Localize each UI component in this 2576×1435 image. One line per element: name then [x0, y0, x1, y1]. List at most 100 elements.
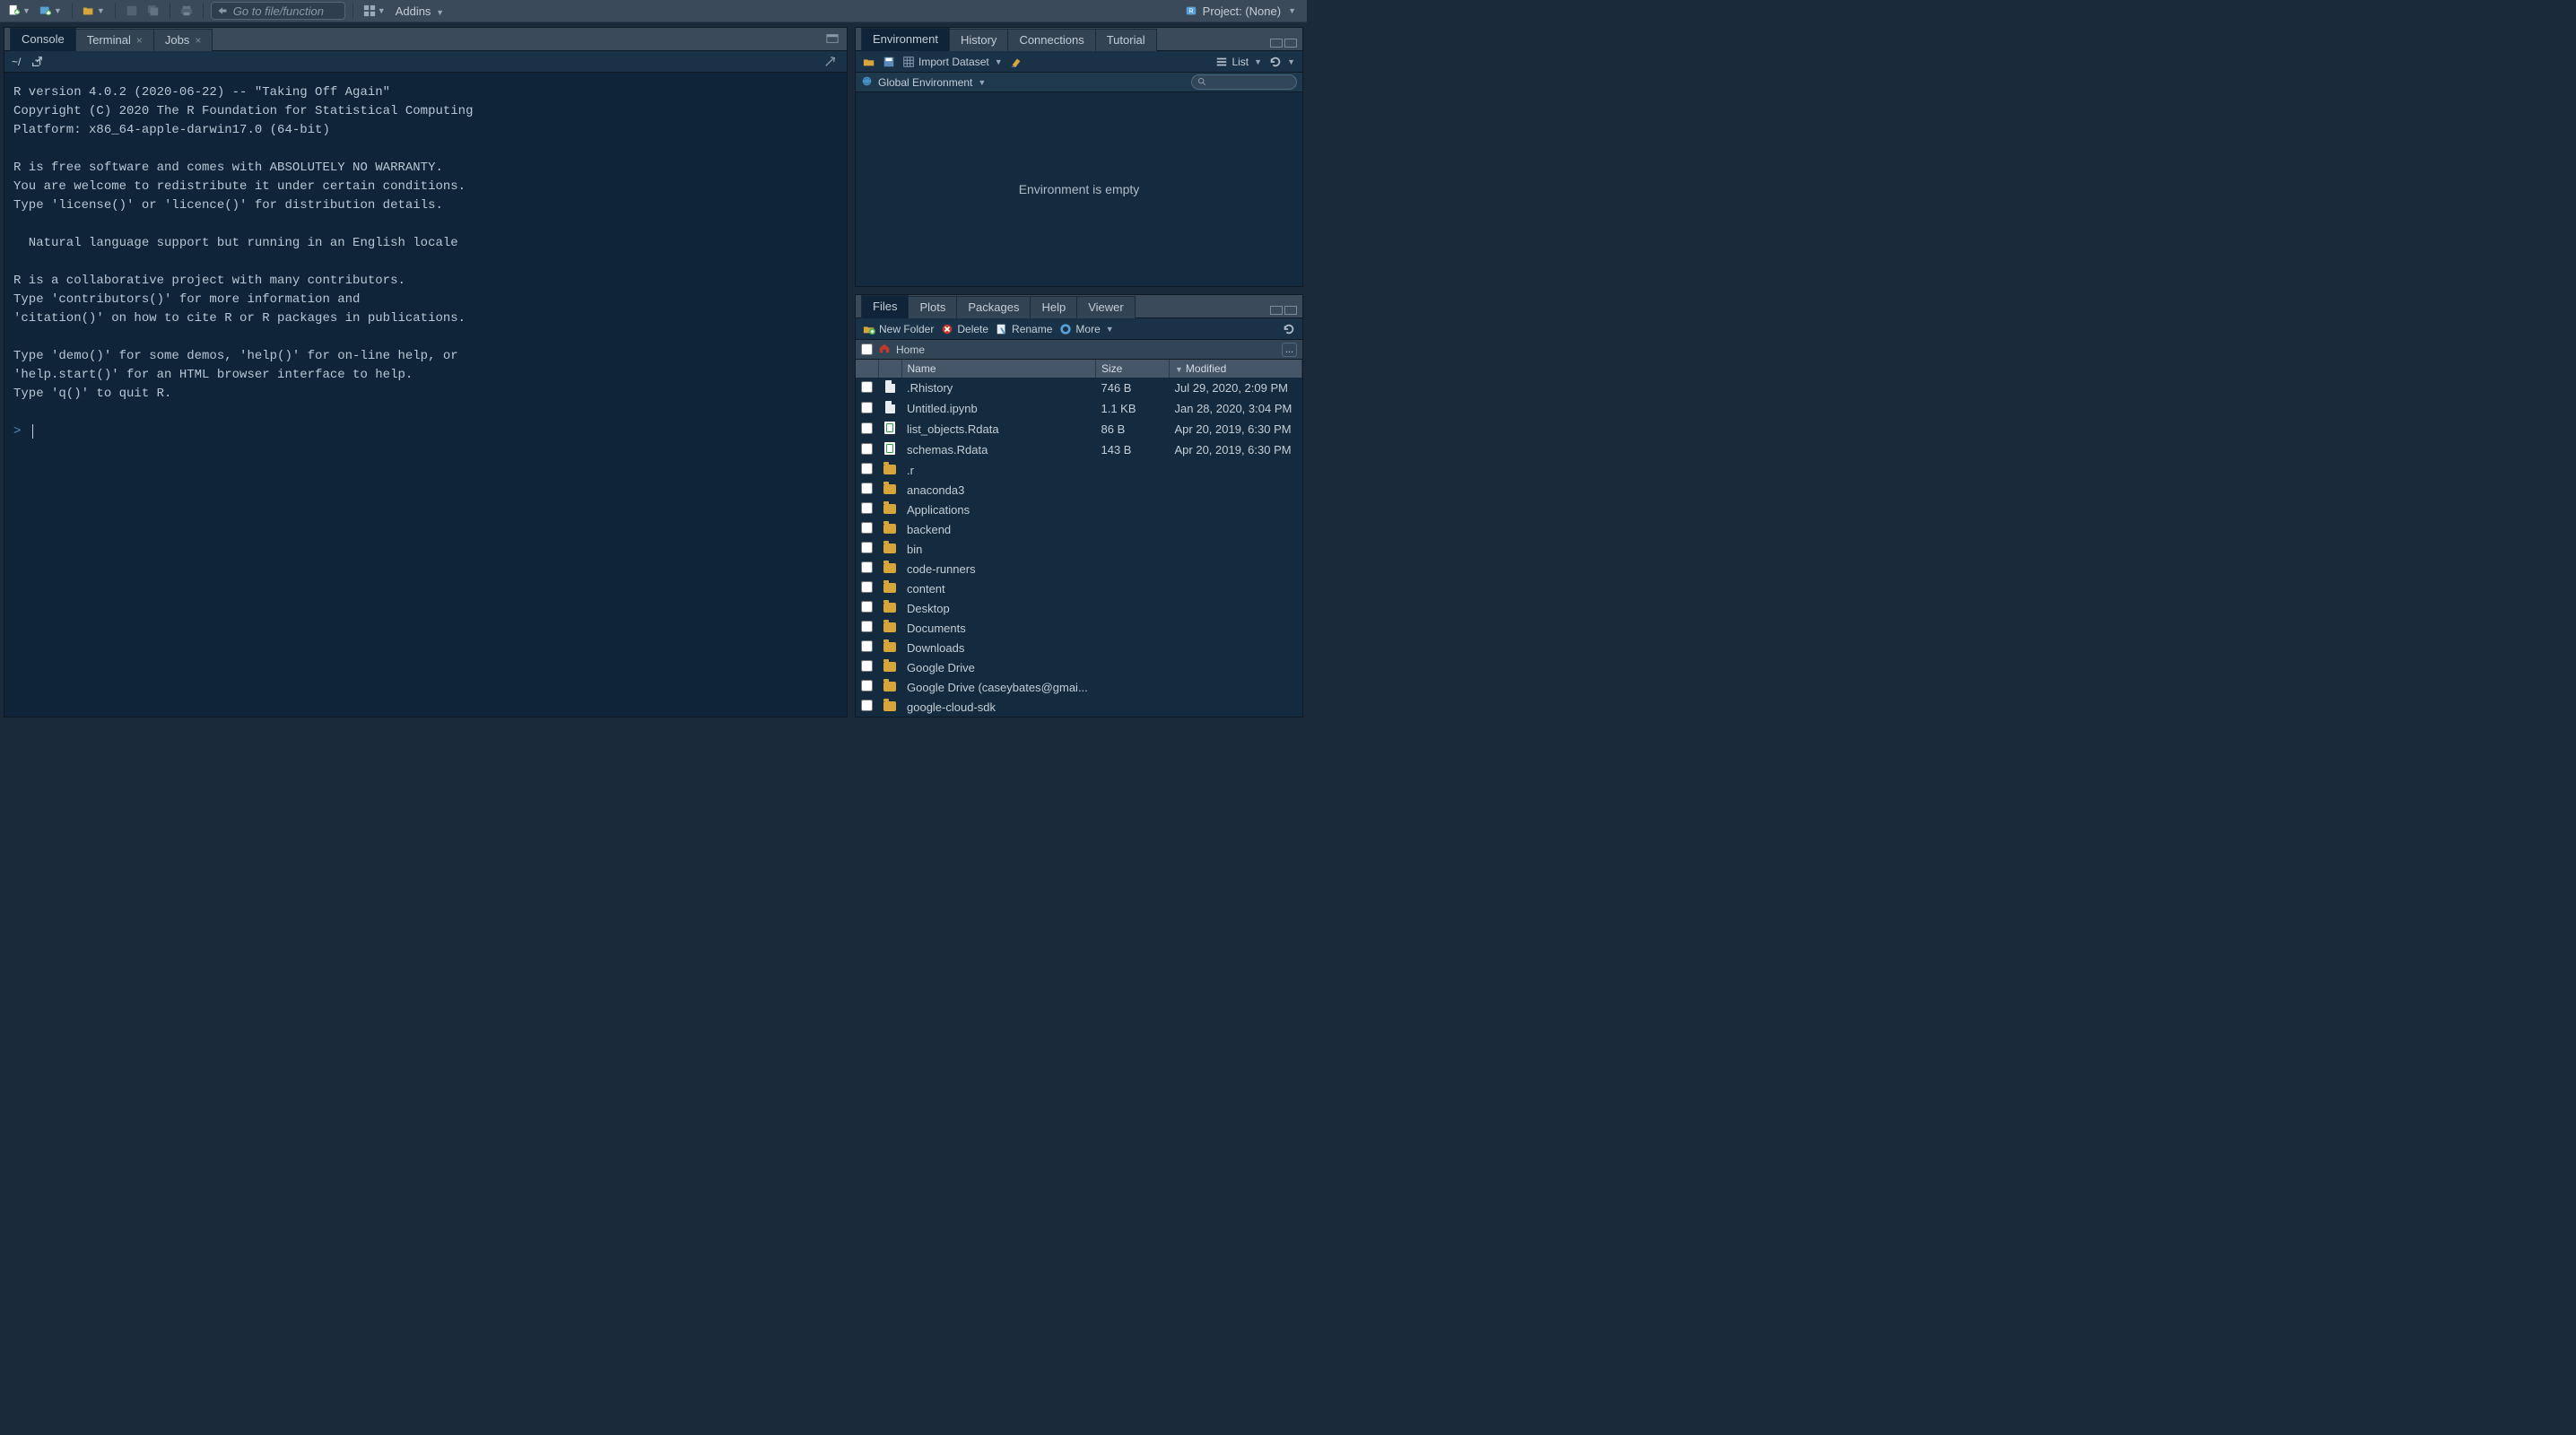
save-all-button[interactable]: [144, 2, 162, 20]
pane-min-max[interactable]: [1270, 306, 1297, 315]
env-scope-dropdown[interactable]: Global Environment ▼: [878, 76, 986, 89]
delete-button[interactable]: Delete: [941, 323, 988, 335]
file-name[interactable]: Google Drive (caseybates@gmai...: [907, 681, 1088, 694]
file-name[interactable]: schemas.Rdata: [907, 443, 988, 457]
new-folder-button[interactable]: New Folder: [863, 323, 934, 335]
maximize-pane-icon[interactable]: [823, 30, 841, 48]
row-checkbox[interactable]: [861, 660, 873, 672]
file-name[interactable]: Documents: [907, 622, 966, 635]
tab-terminal[interactable]: Terminal×: [75, 29, 154, 51]
row-checkbox[interactable]: [861, 522, 873, 534]
row-checkbox[interactable]: [861, 561, 873, 573]
tab-tutorial[interactable]: Tutorial: [1095, 29, 1157, 51]
clear-objects-button[interactable]: [1010, 56, 1023, 68]
new-project-button[interactable]: ▼: [37, 2, 65, 20]
file-row[interactable]: Downloads: [856, 638, 1302, 657]
tab-files[interactable]: Files: [861, 295, 909, 318]
rename-button[interactable]: Rename: [996, 323, 1052, 335]
row-checkbox[interactable]: [861, 621, 873, 632]
close-icon[interactable]: ×: [195, 34, 201, 47]
import-dataset-button[interactable]: Import Dataset▼: [902, 56, 1003, 68]
file-name[interactable]: Untitled.ipynb: [907, 402, 978, 415]
grid-button[interactable]: ▼: [361, 2, 388, 20]
file-name[interactable]: .r: [907, 464, 914, 477]
more-button[interactable]: More▼: [1059, 323, 1113, 335]
tab-connections[interactable]: Connections: [1007, 29, 1095, 51]
goto-file-function-input[interactable]: Go to file/function: [211, 2, 345, 20]
home-icon[interactable]: [878, 342, 891, 357]
open-file-button[interactable]: ▼: [80, 2, 108, 20]
pane-min-max[interactable]: [1270, 39, 1297, 48]
env-search-input[interactable]: [1191, 74, 1297, 90]
tab-environment[interactable]: Environment: [861, 28, 950, 51]
file-row[interactable]: Google Drive: [856, 657, 1302, 677]
file-row[interactable]: list_objects.Rdata86 BApr 20, 2019, 6:30…: [856, 419, 1302, 439]
file-row[interactable]: Documents: [856, 618, 1302, 638]
select-all-checkbox[interactable]: [861, 344, 873, 355]
column-size[interactable]: Size: [1096, 360, 1170, 378]
tab-packages[interactable]: Packages: [956, 296, 1031, 318]
row-checkbox[interactable]: [861, 402, 873, 413]
file-name[interactable]: Downloads: [907, 641, 964, 655]
file-row[interactable]: Google Drive (caseybates@gmai...: [856, 677, 1302, 697]
file-row[interactable]: code-runners: [856, 559, 1302, 578]
file-row[interactable]: backend: [856, 519, 1302, 539]
row-checkbox[interactable]: [861, 463, 873, 474]
breadcrumb-home[interactable]: Home: [896, 344, 925, 356]
file-name[interactable]: Desktop: [907, 602, 950, 615]
file-name[interactable]: google-cloud-sdk: [907, 700, 996, 714]
refresh-button[interactable]: ▼: [1269, 56, 1295, 68]
file-row[interactable]: .Rhistory746 BJul 29, 2020, 2:09 PM: [856, 378, 1302, 398]
file-name[interactable]: Google Drive: [907, 661, 975, 674]
file-name[interactable]: list_objects.Rdata: [907, 422, 999, 436]
addins-menu[interactable]: Addins ▼: [392, 4, 448, 18]
file-row[interactable]: schemas.Rdata143 BApr 20, 2019, 6:30 PM: [856, 439, 1302, 460]
close-icon[interactable]: ×: [136, 34, 143, 47]
save-workspace-button[interactable]: [883, 56, 895, 68]
row-checkbox[interactable]: [861, 422, 873, 434]
row-checkbox[interactable]: [861, 502, 873, 514]
file-name[interactable]: backend: [907, 523, 951, 536]
file-name[interactable]: anaconda3: [907, 483, 964, 497]
tab-jobs[interactable]: Jobs×: [153, 29, 213, 51]
list-view-button[interactable]: List▼: [1215, 56, 1262, 68]
file-row[interactable]: bin: [856, 539, 1302, 559]
save-button[interactable]: [123, 2, 141, 20]
tab-console[interactable]: Console: [10, 28, 76, 51]
file-row[interactable]: content: [856, 578, 1302, 598]
file-row[interactable]: anaconda3: [856, 480, 1302, 500]
tab-history[interactable]: History: [949, 29, 1008, 51]
console-output[interactable]: R version 4.0.2 (2020-06-22) -- "Taking …: [4, 73, 847, 717]
clear-console-icon[interactable]: [822, 53, 840, 71]
row-checkbox[interactable]: [861, 601, 873, 613]
column-modified[interactable]: ▼Modified: [1170, 360, 1302, 378]
tab-viewer[interactable]: Viewer: [1076, 296, 1136, 318]
print-button[interactable]: [178, 2, 196, 20]
tab-help[interactable]: Help: [1030, 296, 1077, 318]
column-name[interactable]: Name: [901, 360, 1096, 378]
file-name[interactable]: bin: [907, 543, 922, 556]
file-row[interactable]: Applications: [856, 500, 1302, 519]
file-name[interactable]: Applications: [907, 503, 970, 517]
row-checkbox[interactable]: [861, 542, 873, 553]
row-checkbox[interactable]: [861, 483, 873, 494]
popout-icon[interactable]: [28, 53, 46, 71]
file-row[interactable]: Desktop: [856, 598, 1302, 618]
row-checkbox[interactable]: [861, 680, 873, 691]
file-row[interactable]: google-cloud-sdk: [856, 697, 1302, 717]
row-checkbox[interactable]: [861, 581, 873, 593]
row-checkbox[interactable]: [861, 700, 873, 711]
row-checkbox[interactable]: [861, 640, 873, 652]
row-checkbox[interactable]: [861, 443, 873, 455]
path-ellipsis-button[interactable]: ...: [1282, 343, 1297, 357]
file-row[interactable]: Untitled.ipynb1.1 KBJan 28, 2020, 3:04 P…: [856, 398, 1302, 419]
file-name[interactable]: code-runners: [907, 562, 976, 576]
tab-plots[interactable]: Plots: [908, 296, 957, 318]
file-name[interactable]: content: [907, 582, 945, 596]
file-row[interactable]: .r: [856, 460, 1302, 480]
row-checkbox[interactable]: [861, 381, 873, 393]
load-workspace-button[interactable]: [863, 56, 875, 68]
refresh-files-button[interactable]: [1283, 323, 1295, 335]
new-file-button[interactable]: ▼: [5, 2, 33, 20]
file-name[interactable]: .Rhistory: [907, 381, 953, 395]
